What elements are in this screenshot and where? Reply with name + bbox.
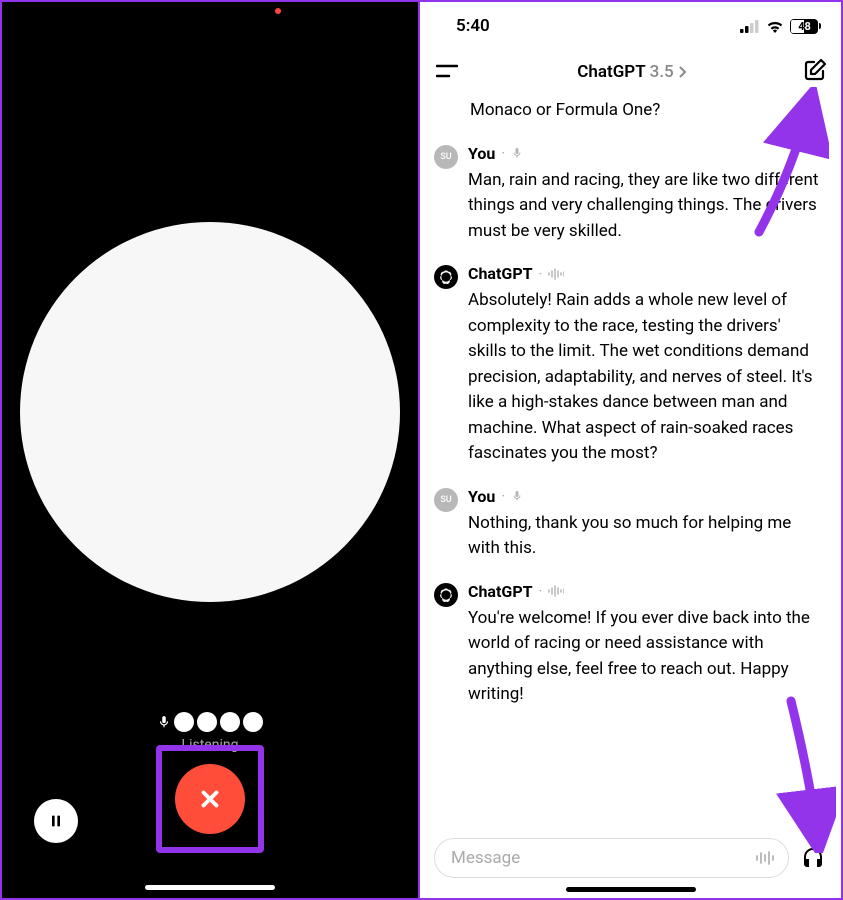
model-version: 3.5 — [650, 62, 674, 82]
message-text: Nothing, thank you so much for helping m… — [468, 511, 823, 562]
chatgpt-avatar — [434, 265, 458, 289]
microphone-icon — [511, 489, 523, 503]
chat-header: ChatGPT 3.5 — [420, 50, 841, 94]
headphones-icon — [801, 846, 825, 870]
microphone-icon — [511, 146, 523, 160]
model-selector[interactable]: ChatGPT 3.5 — [577, 62, 685, 82]
new-chat-button[interactable] — [803, 58, 827, 86]
openai-logo-icon — [438, 269, 454, 285]
chatgpt-avatar — [434, 583, 458, 607]
message-text: Absolutely! Rain adds a whole new level … — [468, 288, 823, 467]
voice-mode-screen: Listening — [2, 2, 420, 898]
message-row: SU You · Nothing, thank you so much for … — [434, 487, 823, 562]
message-author: You — [468, 487, 495, 506]
menu-icon — [436, 64, 458, 78]
message-author: ChatGPT — [468, 582, 533, 601]
close-icon — [197, 786, 223, 812]
chevron-right-icon — [678, 66, 686, 78]
status-time: 5:40 — [456, 16, 490, 36]
cellular-icon — [740, 20, 760, 33]
status-icons: 48 — [740, 19, 821, 34]
pause-button[interactable] — [34, 799, 78, 843]
message-input[interactable]: Message — [434, 838, 789, 878]
compose-icon — [803, 58, 827, 82]
soundwave-icon — [548, 585, 564, 597]
recording-indicator-dot — [275, 8, 281, 14]
microphone-icon — [157, 714, 171, 730]
menu-button[interactable] — [434, 61, 460, 84]
user-avatar: SU — [434, 488, 458, 512]
status-bar: 5:40 48 — [420, 2, 841, 50]
headphones-button[interactable] — [799, 844, 827, 872]
message-text: You're welcome! If you ever dive back in… — [468, 606, 823, 708]
activity-dot — [197, 712, 217, 732]
message-author: You — [468, 144, 495, 163]
soundwave-icon[interactable] — [756, 851, 776, 865]
message-row: ChatGPT · You're welcome! If you ever di… — [434, 582, 823, 708]
chat-messages[interactable]: Monaco or Formula One? SU You · Man, rai… — [420, 94, 841, 830]
soundwave-icon — [548, 268, 564, 280]
message-author: ChatGPT — [468, 264, 533, 283]
app-title: ChatGPT — [577, 62, 645, 82]
message-row: SU You · Man, rain and racing, they are … — [434, 144, 823, 245]
pause-icon — [48, 813, 64, 829]
mic-activity-dots — [157, 712, 263, 732]
battery-indicator: 48 — [790, 19, 821, 34]
home-indicator[interactable] — [145, 885, 275, 890]
activity-dot — [243, 712, 263, 732]
user-avatar: SU — [434, 145, 458, 169]
chat-screen: 5:40 48 ChatGPT 3.5 Monaco or For — [420, 2, 841, 898]
activity-dot — [220, 712, 240, 732]
input-placeholder: Message — [451, 848, 520, 868]
openai-logo-icon — [438, 587, 454, 603]
battery-percentage: 48 — [791, 20, 818, 33]
message-text-fragment: Monaco or Formula One? — [470, 98, 823, 124]
message-row: ChatGPT · Absolutely! Rain adds a whole … — [434, 264, 823, 467]
close-button-highlight — [156, 745, 264, 853]
wifi-icon — [766, 20, 784, 33]
voice-visualizer-circle — [20, 222, 400, 602]
home-indicator[interactable] — [566, 887, 696, 892]
message-text: Man, rain and racing, they are like two … — [468, 168, 823, 245]
end-voice-button[interactable] — [175, 764, 245, 834]
activity-dot — [174, 712, 194, 732]
